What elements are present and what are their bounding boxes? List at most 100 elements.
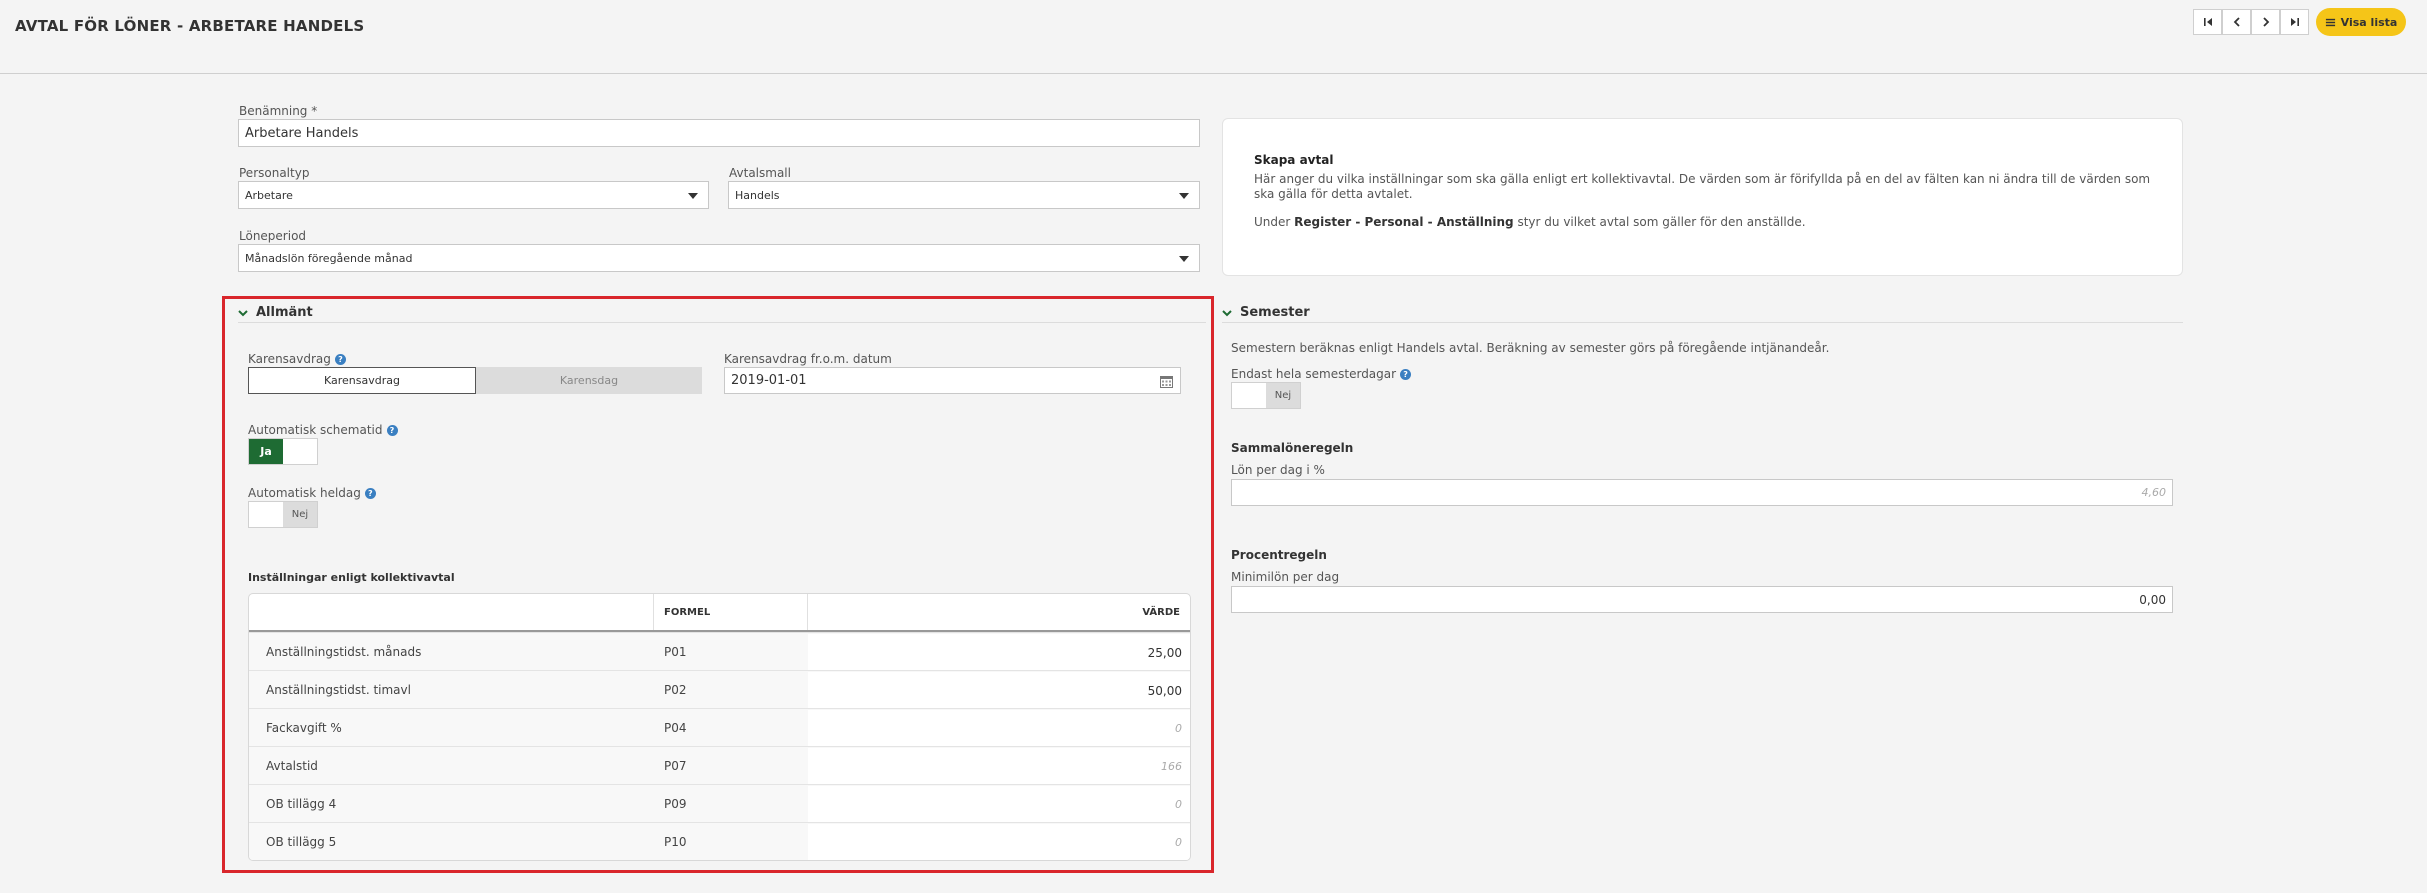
karensavdrag-segmented[interactable]: Karensavdrag Karensdag: [248, 367, 702, 394]
table-row: Anställningstidst. månads P01 25,00: [249, 632, 1190, 671]
page-header: AVTAL FÖR LÖNER - ARBETARE HANDELS Visa …: [0, 0, 2427, 74]
chevron-down-icon: [238, 309, 248, 316]
row-value-input[interactable]: 50,00: [808, 672, 1190, 709]
lon-per-dag-label: Lön per dag i %: [1231, 463, 1325, 477]
first-record-button[interactable]: [2193, 9, 2222, 35]
row-formel: P01: [664, 645, 687, 659]
loneperiod-select[interactable]: Månadslön föregående månad: [238, 244, 1200, 272]
semester-description: Semestern beräknas enligt Handels avtal.…: [1231, 341, 1830, 355]
auto-schematid-toggle[interactable]: Ja: [248, 438, 318, 465]
col-varde-header[interactable]: VÄRDE: [1142, 594, 1180, 631]
help-icon[interactable]: ?: [334, 354, 346, 365]
info-text: Här anger du vilka inställningar som ska…: [1254, 172, 2151, 201]
help-icon[interactable]: ?: [1400, 369, 1412, 380]
karensavdrag-label-text: Karensavdrag: [248, 352, 331, 366]
info-text-path: Register - Personal - Anställning: [1294, 215, 1514, 229]
row-value-input[interactable]: 25,00: [808, 634, 1190, 671]
list-icon: [2325, 18, 2335, 26]
row-value-input[interactable]: 0: [808, 786, 1190, 823]
hela-semesterdagar-label: Endast hela semesterdagar?: [1231, 367, 1412, 381]
row-formel: P09: [664, 797, 687, 811]
hela-semesterdagar-toggle[interactable]: Nej: [1231, 382, 1301, 409]
calendar-icon[interactable]: [1160, 375, 1173, 388]
karensdag-option[interactable]: Karensdag: [476, 367, 702, 394]
karens-datum-label: Karensavdrag fr.o.m. datum: [724, 352, 892, 366]
chevron-right-icon: [2262, 17, 2269, 27]
procentregeln-title: Procentregeln: [1231, 548, 1327, 562]
toggle-knob: [1232, 383, 1266, 408]
minimilon-label: Minimilön per dag: [1231, 570, 1340, 584]
semester-section-header[interactable]: Semester: [1222, 305, 1310, 320]
benamning-label: Benämning *: [239, 104, 318, 118]
benamning-input[interactable]: Arbetare Handels: [238, 119, 1200, 147]
allmant-section-header[interactable]: Allmänt: [238, 305, 313, 320]
chevron-down-icon: [688, 193, 698, 199]
row-value-input[interactable]: 166: [808, 748, 1190, 785]
row-name: OB tillägg 5: [266, 835, 337, 849]
karens-datum-input[interactable]: 2019-01-01: [724, 367, 1181, 394]
info-text-pre: Under: [1254, 215, 1295, 229]
visa-lista-label: Visa lista: [2340, 15, 2398, 29]
minimilon-value: 0,00: [2139, 592, 2166, 607]
first-icon: [2203, 18, 2212, 26]
avtalsmall-select[interactable]: Handels: [728, 181, 1200, 209]
karensavdrag-option[interactable]: Karensavdrag: [248, 367, 476, 394]
kollektivavtal-title: Inställningar enligt kollektivavtal: [248, 571, 455, 584]
auto-schematid-label: Automatisk schematid?: [248, 423, 398, 437]
table-row: OB tillägg 5 P10 0: [249, 822, 1190, 860]
personaltyp-select[interactable]: Arbetare: [238, 181, 709, 209]
help-icon[interactable]: ?: [386, 425, 398, 436]
table-row: Fackavgift % P04 0: [249, 708, 1190, 747]
sammaloneregeln-title: Sammalöneregeln: [1231, 441, 1354, 455]
personaltyp-label: Personaltyp: [239, 166, 310, 180]
chevron-down-icon: [1179, 256, 1189, 262]
col-formel-header[interactable]: FORMEL: [664, 594, 710, 631]
row-formel: P07: [664, 759, 687, 773]
karens-datum-value: 2019-01-01: [731, 373, 807, 388]
semester-divider: [1222, 322, 2183, 323]
info-title: Skapa avtal: [1254, 153, 1334, 167]
semester-title: Semester: [1240, 305, 1310, 320]
toggle-on-label: Ja: [249, 439, 283, 464]
toggle-off-label: Nej: [283, 502, 317, 527]
visa-lista-button[interactable]: Visa lista: [2316, 8, 2406, 36]
info-text-register: Under Register - Personal - Anställning …: [1254, 215, 2151, 230]
lon-per-dag-value: 4,60: [2141, 486, 2167, 499]
previous-record-button[interactable]: [2222, 9, 2251, 35]
table-row: OB tillägg 4 P09 0: [249, 784, 1190, 823]
loneperiod-value: Månadslön föregående månad: [245, 251, 413, 265]
info-panel: Skapa avtal Här anger du vilka inställni…: [1222, 118, 2183, 276]
toggle-knob: [283, 439, 317, 464]
help-icon[interactable]: ?: [364, 488, 376, 499]
avtalsmall-label: Avtalsmall: [729, 166, 791, 180]
auto-heldag-toggle[interactable]: Nej: [248, 501, 318, 528]
lon-per-dag-input[interactable]: 4,60: [1231, 479, 2173, 506]
row-formel: P02: [664, 683, 687, 697]
auto-schematid-label-text: Automatisk schematid: [248, 423, 383, 437]
kollektivavtal-table: FORMEL VÄRDE Anställningstidst. månads P…: [248, 593, 1191, 861]
row-value-input[interactable]: 0: [808, 824, 1190, 860]
info-text-post: styr du vilket avtal som gäller för den …: [1513, 215, 1806, 229]
row-value-input[interactable]: 0: [808, 710, 1190, 747]
auto-heldag-label: Automatisk heldag?: [248, 486, 376, 500]
toggle-off-label: Nej: [1266, 383, 1300, 408]
last-record-button[interactable]: [2280, 9, 2309, 35]
auto-heldag-label-text: Automatisk heldag: [248, 486, 361, 500]
personaltyp-value: Arbetare: [245, 188, 293, 202]
row-formel: P10: [664, 835, 687, 849]
page-title: AVTAL FÖR LÖNER - ARBETARE HANDELS: [15, 17, 365, 35]
toggle-knob: [249, 502, 283, 527]
loneperiod-label: Löneperiod: [239, 229, 307, 243]
next-record-button[interactable]: [2251, 9, 2280, 35]
chevron-left-icon: [2233, 17, 2240, 27]
row-formel: P04: [664, 721, 687, 735]
hela-semesterdagar-label-text: Endast hela semesterdagar: [1231, 367, 1397, 381]
row-name: Fackavgift %: [266, 721, 342, 735]
last-icon: [2290, 18, 2299, 26]
benamning-value: Arbetare Handels: [245, 125, 359, 141]
allmant-divider: [238, 322, 1206, 323]
avtalsmall-value: Handels: [735, 188, 780, 202]
minimilon-input[interactable]: 0,00: [1231, 586, 2173, 613]
row-name: Avtalstid: [266, 759, 318, 773]
chevron-down-icon: [1179, 193, 1189, 199]
